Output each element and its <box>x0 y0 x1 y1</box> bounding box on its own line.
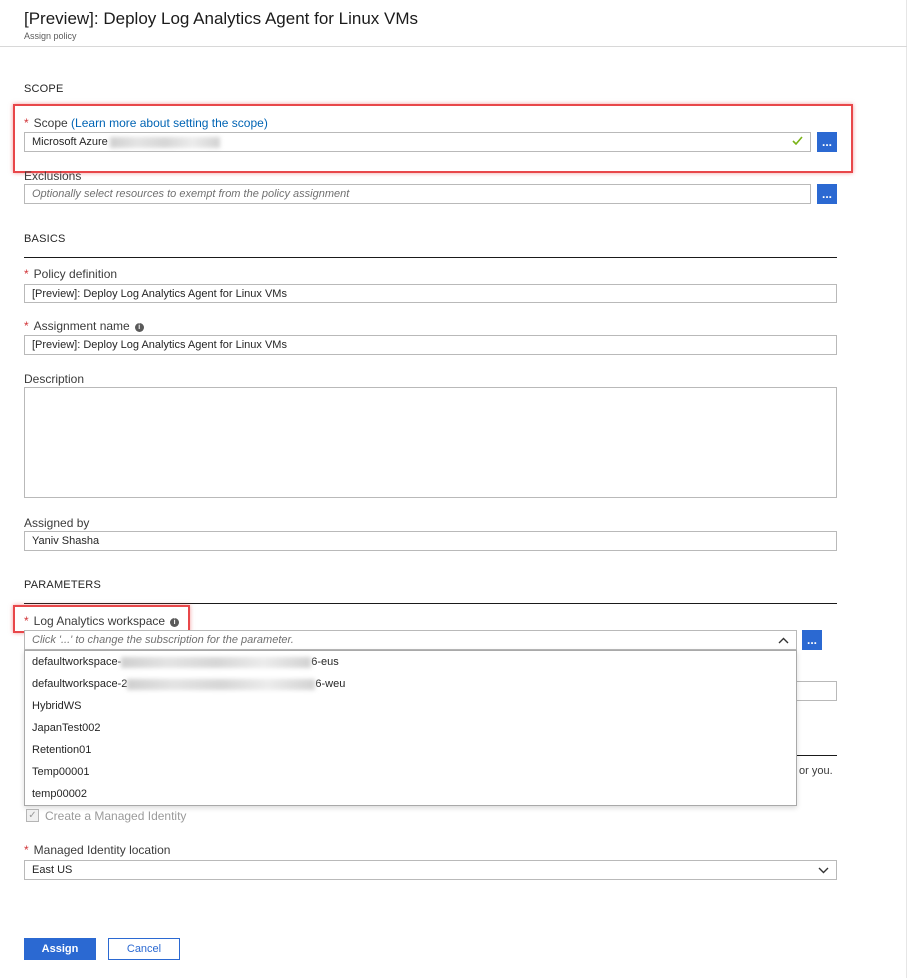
managed-identity-location-select[interactable]: East US <box>24 860 837 880</box>
option-text: defaultworkspace-2 <box>32 678 128 690</box>
policy-definition-value: [Preview]: Deploy Log Analytics Agent fo… <box>32 287 287 300</box>
checkmark-icon <box>792 136 803 148</box>
section-divider <box>790 755 837 756</box>
description-label: Description <box>24 372 85 386</box>
policy-definition-label-text: Policy definition <box>33 267 118 281</box>
option-text: Temp00001 <box>32 766 90 778</box>
required-marker: * <box>24 843 29 857</box>
option-suffix: 6-eus <box>311 656 339 668</box>
workspace-option[interactable]: temp00002 <box>25 783 796 805</box>
section-heading-scope: SCOPE <box>24 83 64 95</box>
section-divider <box>24 603 837 604</box>
create-managed-identity-label: Create a Managed Identity <box>45 809 187 823</box>
workspace-label-text: Log Analytics workspace <box>33 614 166 628</box>
section-divider <box>24 257 837 258</box>
required-marker: * <box>24 614 29 628</box>
assignment-name-field[interactable]: [Preview]: Deploy Log Analytics Agent fo… <box>24 335 837 355</box>
scope-field[interactable]: Microsoft Azure <box>24 132 811 152</box>
managed-identity-location-label: * Managed Identity location <box>24 843 170 857</box>
info-icon[interactable]: i <box>134 323 144 332</box>
option-text: Retention01 <box>32 744 92 756</box>
scope-value: Microsoft Azure <box>32 136 108 148</box>
learn-more-scope-link[interactable]: (Learn more about setting the scope) <box>71 116 268 130</box>
workspace-option[interactable]: HybridWS <box>25 695 796 717</box>
partial-info-text: or you. <box>799 765 833 777</box>
required-marker: * <box>24 267 29 281</box>
assigned-by-value: Yaniv Shasha <box>32 535 100 547</box>
assigned-by-field[interactable]: Yaniv Shasha <box>24 531 837 551</box>
assignment-name-label: * Assignment name i <box>24 319 144 333</box>
workspace-option[interactable]: JapanTest002 <box>25 717 796 739</box>
scope-label: * Scope (Learn more about setting the sco… <box>24 116 268 130</box>
exclusions-field[interactable]: Optionally select resources to exempt fr… <box>24 184 811 204</box>
scope-browse-button[interactable]: ... <box>817 132 837 152</box>
redacted-id <box>121 656 312 668</box>
required-marker: * <box>24 319 29 333</box>
chevron-down-icon <box>818 867 829 874</box>
assign-button[interactable]: Assign <box>24 938 96 960</box>
redacted-scope <box>109 136 220 148</box>
section-heading-parameters: PARAMETERS <box>24 579 101 591</box>
exclusions-label: Exclusions <box>24 169 82 183</box>
option-text: temp00002 <box>32 788 88 800</box>
workspace-option[interactable]: defaultworkspace- 6-eus <box>25 651 796 673</box>
workspace-option[interactable]: defaultworkspace-2 6-weu <box>25 673 796 695</box>
required-marker: * <box>24 116 29 130</box>
info-icon[interactable]: i <box>170 618 180 627</box>
section-heading-basics: BASICS <box>24 233 66 245</box>
option-text: HybridWS <box>32 700 82 712</box>
description-field[interactable] <box>24 387 837 498</box>
policy-definition-field[interactable]: [Preview]: Deploy Log Analytics Agent fo… <box>24 284 837 303</box>
assignment-name-value: [Preview]: Deploy Log Analytics Agent fo… <box>32 339 287 351</box>
workspace-option[interactable]: Retention01 <box>25 739 796 761</box>
workspace-option[interactable]: Temp00001 <box>25 761 796 783</box>
option-text: JapanTest002 <box>32 722 101 734</box>
managed-identity-location-label-text: Managed Identity location <box>33 843 171 857</box>
page-title: [Preview]: Deploy Log Analytics Agent fo… <box>24 9 419 28</box>
checkmark-icon: ✓ <box>28 809 37 821</box>
exclusions-placeholder: Optionally select resources to exempt fr… <box>32 188 350 200</box>
cancel-button[interactable]: Cancel <box>108 938 180 960</box>
scope-label-text: Scope <box>33 116 68 130</box>
workspace-select[interactable]: Click '...' to change the subscription f… <box>24 630 797 650</box>
page-subtitle: Assign policy <box>24 31 77 41</box>
workspace-label: * Log Analytics workspace i <box>24 614 180 628</box>
location-value: East US <box>32 864 73 876</box>
redacted-id <box>127 678 316 690</box>
workspace-browse-button[interactable]: ... <box>802 630 822 650</box>
assigned-by-label: Assigned by <box>24 516 90 530</box>
chevron-up-icon <box>778 637 789 644</box>
policy-definition-label: * Policy definition <box>24 267 117 281</box>
option-text: defaultworkspace- <box>32 656 122 668</box>
option-suffix: 6-weu <box>315 678 346 690</box>
workspace-placeholder: Click '...' to change the subscription f… <box>32 634 294 646</box>
exclusions-browse-button[interactable]: ... <box>817 184 837 204</box>
create-managed-identity-checkbox[interactable]: ✓ <box>26 809 39 822</box>
workspace-dropdown-list: defaultworkspace- 6-eus defaultworkspace… <box>24 650 797 806</box>
assignment-name-label-text: Assignment name <box>33 319 130 333</box>
